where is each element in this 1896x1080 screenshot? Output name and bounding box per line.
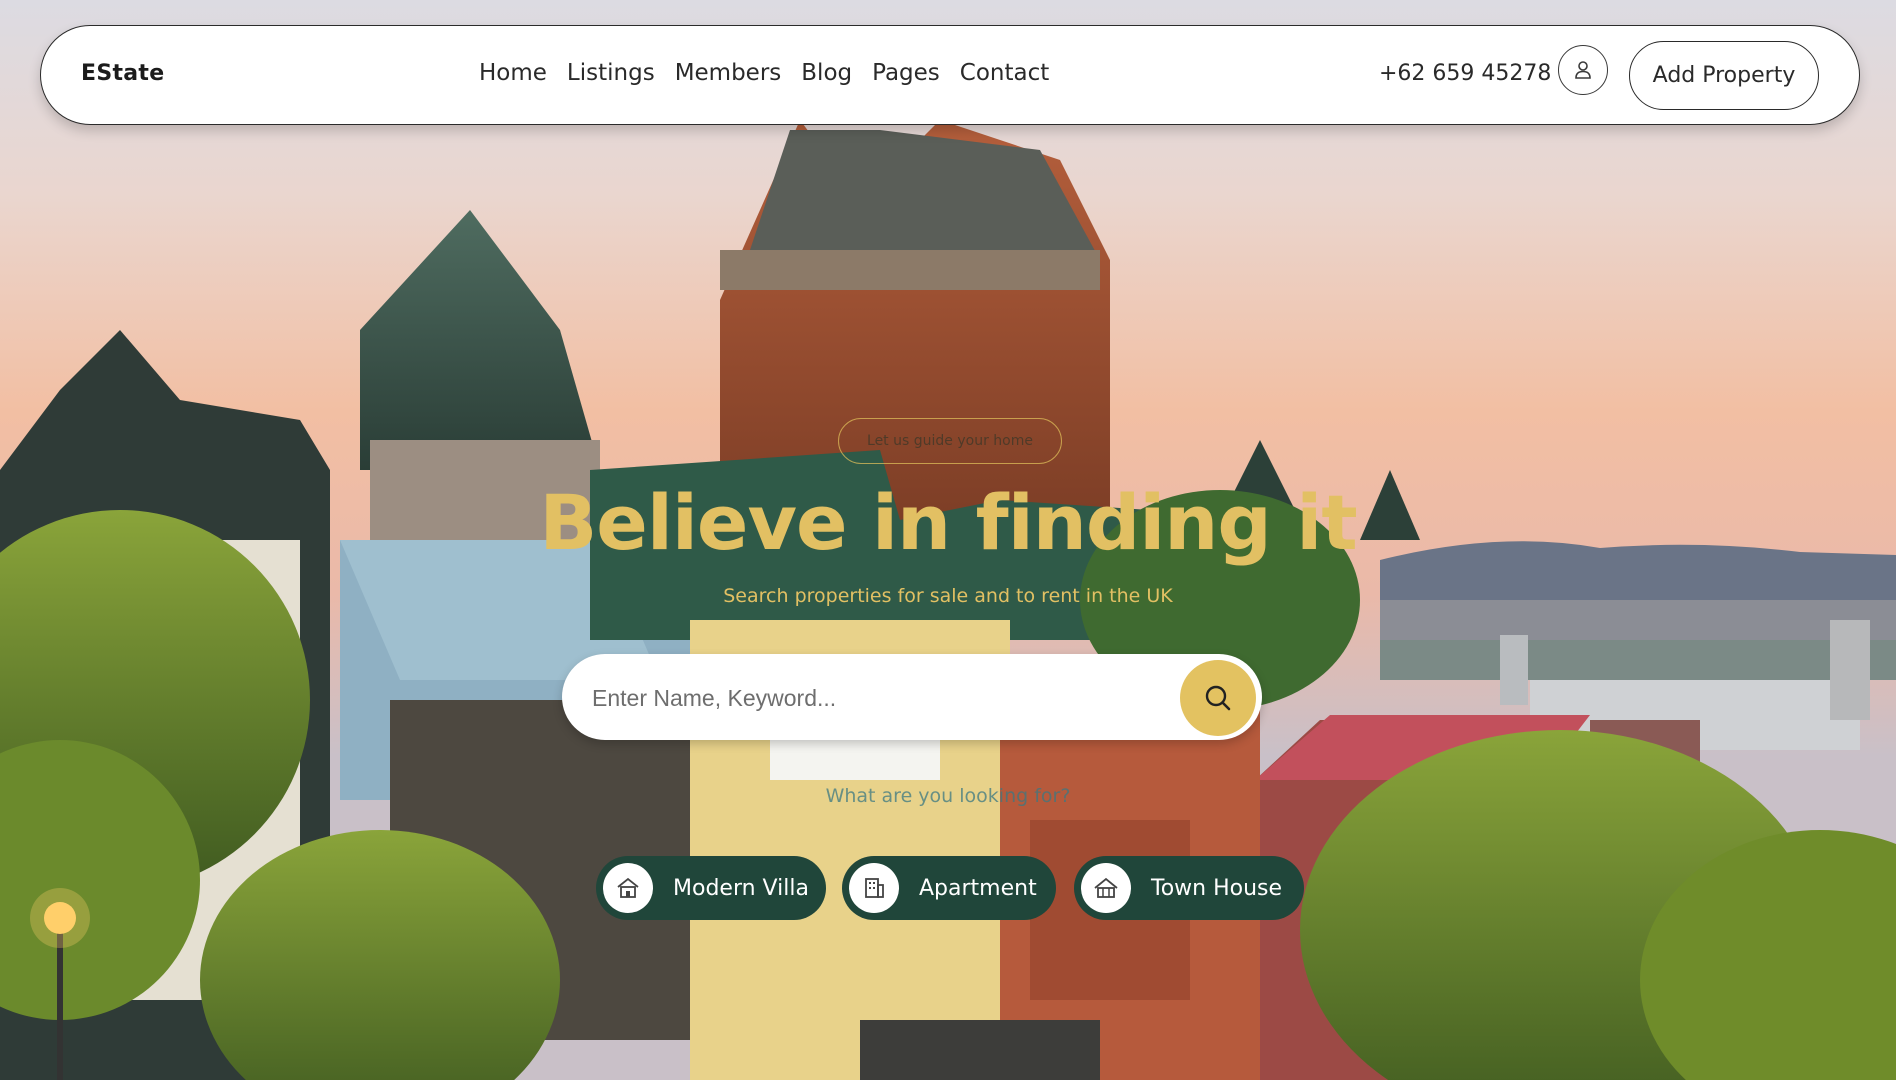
town-house-icon <box>1081 863 1131 913</box>
main-nav: Home Listings Members Blog Pages Contact <box>479 60 1049 86</box>
category-apartment[interactable]: Apartment <box>842 856 1056 920</box>
top-navbar: EState Home Listings Members Blog Pages … <box>40 25 1860 125</box>
hero-subtitle: Search properties for sale and to rent i… <box>723 585 1173 607</box>
nav-pages[interactable]: Pages <box>872 60 940 86</box>
search-button[interactable] <box>1180 660 1256 736</box>
nav-listings[interactable]: Listings <box>567 60 655 86</box>
category-label: Town House <box>1151 875 1283 901</box>
add-property-button[interactable]: Add Property <box>1629 41 1819 110</box>
category-modern-villa[interactable]: Modern Villa <box>596 856 826 920</box>
apartment-icon <box>849 863 899 913</box>
nav-members[interactable]: Members <box>675 60 782 86</box>
nav-home[interactable]: Home <box>479 60 547 86</box>
site-logo[interactable]: EState <box>81 61 164 86</box>
user-icon <box>1575 61 1591 79</box>
looking-for-prompt: What are you looking for? <box>825 785 1071 807</box>
search-input[interactable] <box>590 674 1114 722</box>
villa-icon <box>603 863 653 913</box>
landing-page: EState Home Listings Members Blog Pages … <box>0 0 1896 1080</box>
hero-tagline-pill: Let us guide your home <box>838 418 1062 464</box>
nav-contact[interactable]: Contact <box>960 60 1049 86</box>
phone-number[interactable]: +62 659 45278 <box>1379 61 1551 86</box>
category-label: Modern Villa <box>673 875 809 901</box>
hero-title: Believe in finding it <box>539 478 1357 567</box>
search-bar <box>562 654 1262 740</box>
category-label: Apartment <box>919 875 1037 901</box>
category-town-house[interactable]: Town House <box>1074 856 1304 920</box>
search-icon <box>1205 685 1231 711</box>
nav-blog[interactable]: Blog <box>801 60 852 86</box>
user-account-button[interactable] <box>1558 45 1608 95</box>
